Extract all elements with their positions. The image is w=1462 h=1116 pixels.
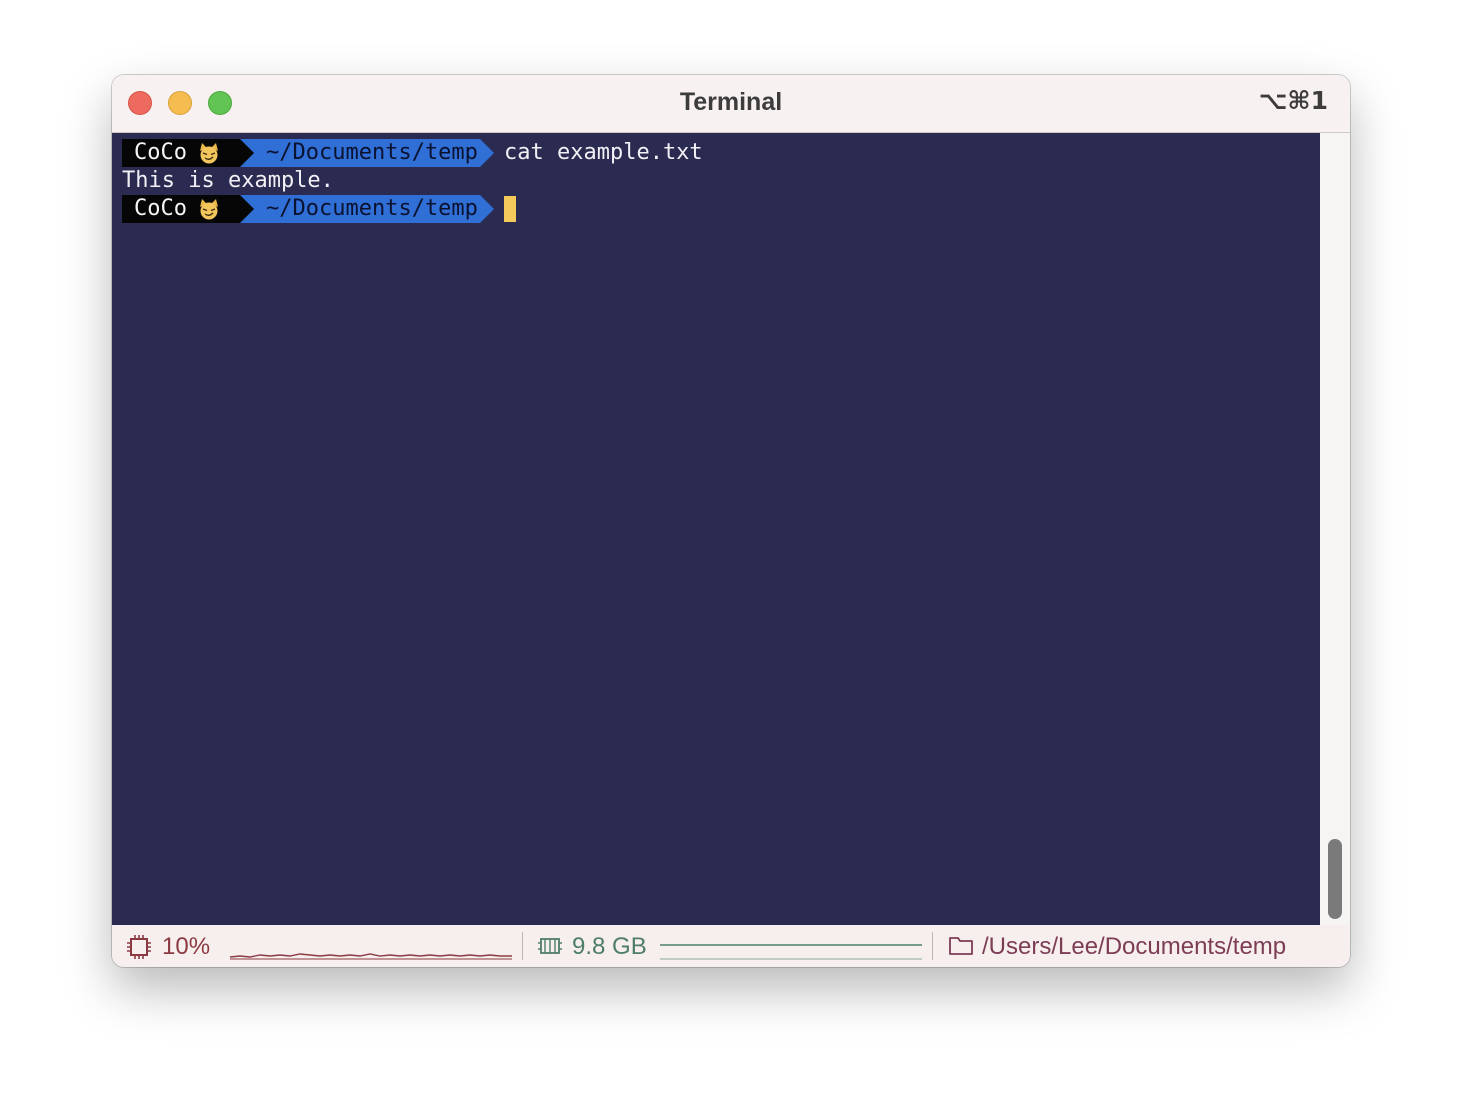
- prompt-path-segment: ~/Documents/temp: [240, 195, 480, 223]
- current-directory: /Users/Lee/Documents/temp: [982, 933, 1287, 960]
- prompt-path: ~/Documents/temp: [266, 140, 478, 165]
- prompt-line: CoCo ~/Documents/temp cat example.txt: [122, 139, 922, 167]
- cpu-sparkline: [230, 953, 512, 960]
- prompt-user: CoCo: [134, 140, 187, 165]
- prompt-separator: [240, 139, 254, 167]
- text-cursor: [504, 196, 516, 222]
- window-shortcut: ⌥⌘1: [1258, 86, 1328, 115]
- cat-face-icon: [200, 143, 218, 164]
- prompt-user-segment: CoCo: [122, 139, 240, 167]
- cat-face-icon: [200, 199, 218, 220]
- prompt-path: ~/Documents/temp: [266, 196, 478, 221]
- prompt-user: CoCo: [134, 196, 187, 221]
- status-divider: [522, 932, 523, 960]
- window-title: Terminal: [679, 88, 783, 116]
- memory-sparkline: [660, 944, 922, 960]
- status-bar: 10% 9.8 GB /Users/Lee/Documents/temp: [112, 925, 1350, 967]
- cpu-icon: [127, 935, 151, 959]
- status-divider: [932, 932, 933, 960]
- prompt-user-segment: CoCo: [122, 195, 240, 223]
- cpu-usage: 10%: [162, 933, 211, 960]
- prompt-line: CoCo ~/Documents/temp: [122, 195, 922, 223]
- memory-icon: [538, 938, 562, 954]
- terminal-pane[interactable]: CoCo ~/Documents/temp cat example.txt Th…: [112, 133, 1320, 925]
- prompt-separator: [480, 139, 494, 167]
- scrollbar-thumb[interactable]: [1328, 839, 1342, 919]
- output-line: This is example.: [122, 168, 334, 193]
- memory-usage: 9.8 GB: [572, 933, 647, 960]
- prompt-path-segment: ~/Documents/temp: [240, 139, 480, 167]
- prompt-separator: [480, 195, 494, 223]
- terminal-window: Terminal ⌥⌘1 CoCo ~/Documents/temp cat e…: [112, 75, 1350, 967]
- folder-icon: [949, 937, 973, 955]
- prompt-separator: [240, 195, 254, 223]
- prompt-command: cat example.txt: [504, 140, 703, 165]
- title-bar[interactable]: Terminal ⌥⌘1: [112, 75, 1350, 133]
- scrollbar[interactable]: [1320, 133, 1350, 925]
